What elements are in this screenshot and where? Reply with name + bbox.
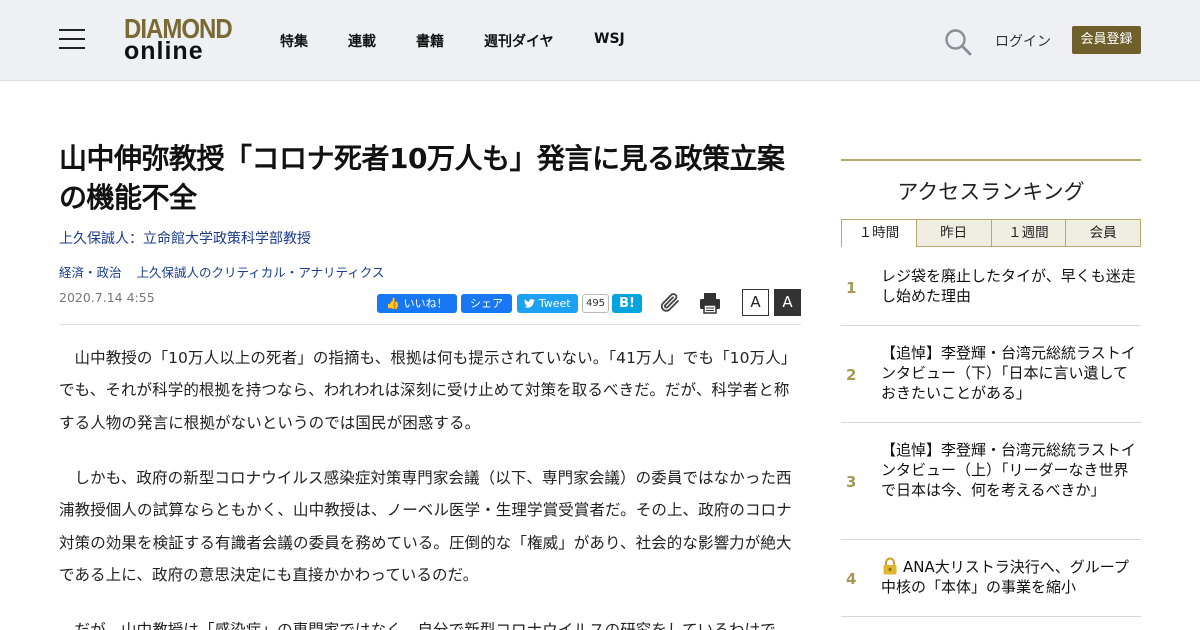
facebook-like-button[interactable]: 👍 いいね！ <box>377 294 457 313</box>
twitter-bird-icon <box>524 299 536 308</box>
ranking-text: 【追悼】李登輝・台湾元総統ラストインタビュー（上）「リーダーなき世界で日本は今、… <box>881 441 1136 499</box>
category-link-economy-politics[interactable]: 経済・政治 <box>59 265 122 280</box>
ranking-number: 3 <box>846 473 857 491</box>
ranking-text: 【追悼】李登輝・台湾元総統ラストインタビュー（下）「日本に言い遺しておきたいこと… <box>881 344 1136 402</box>
font-size-large-button[interactable]: A <box>774 289 801 316</box>
menu-icon[interactable] <box>59 29 85 50</box>
category-list: 経済・政治 上久保誠人のクリティカル・アナリティクス <box>59 262 395 281</box>
nav-item-wsj[interactable]: WSJ <box>594 31 625 47</box>
nav-item-books[interactable]: 書籍 <box>416 31 444 51</box>
thumbs-up-icon: 👍 <box>386 297 401 310</box>
logo-line2: online <box>124 37 204 65</box>
ranking-text: ANA大リストラ決行へ、グループ中核の「本体」の事業を縮小 <box>881 558 1129 596</box>
facebook-like-label: いいね！ <box>403 297 448 310</box>
tab-1week[interactable]: １週間 <box>991 219 1067 247</box>
tweet-button[interactable]: Tweet <box>517 294 578 313</box>
ranking-number: 2 <box>846 366 857 384</box>
publish-date: 2020.7.14 4:55 <box>59 290 155 305</box>
article-divider <box>59 324 801 325</box>
ranking-item[interactable]: 1 レジ袋を廃止したタイが、早くも迷走し始めた理由 <box>841 250 1141 326</box>
nav-item-weekly-diamond[interactable]: 週刊ダイヤ <box>484 31 554 51</box>
article-title: 山中伸弥教授「コロナ死者10万人も」発言に見る政策立案の機能不全 <box>59 142 785 214</box>
ranking-number: 1 <box>846 279 857 297</box>
print-icon[interactable] <box>698 291 722 315</box>
clip-icon[interactable] <box>658 291 682 315</box>
ranking-tabs: １時間 昨日 １週間 会員 <box>841 219 1141 247</box>
tweet-count: 495 <box>582 294 609 313</box>
facebook-share-button[interactable]: シェア <box>461 294 512 313</box>
sidebar-rule <box>841 159 1141 161</box>
ranking-text-wrapper: ANA大リストラ決行へ、グループ中核の「本体」の事業を縮小 <box>881 557 1139 597</box>
font-size-small-button[interactable]: A <box>742 289 769 316</box>
article-paragraph: だが、山中教授は「感染症」の専門家ではなく、自分で新型コロナウイルスの研究をして… <box>74 621 776 630</box>
nav-item-series[interactable]: 連載 <box>348 31 376 51</box>
ranking-number: 4 <box>846 570 857 588</box>
ranking-text: レジ袋を廃止したタイが、早くも迷走し始めた理由 <box>881 267 1136 305</box>
ranking-title: アクセスランキング <box>897 180 1085 204</box>
login-link[interactable]: ログイン <box>995 31 1051 51</box>
category-link-series[interactable]: 上久保誠人のクリティカル・アナリティクス <box>137 265 385 280</box>
article-paragraph: しかも、政府の新型コロナウイルス感染症対策専門家会議（以下、専門家会議）の委員で… <box>59 469 792 584</box>
site-header: DIAMOND online 特集 連載 書籍 週刊ダイヤ WSJ ログイン 会… <box>0 0 1200 81</box>
lock-icon <box>883 557 897 575</box>
nav-item-features[interactable]: 特集 <box>280 31 308 51</box>
tab-1hour[interactable]: １時間 <box>841 219 917 247</box>
search-icon[interactable] <box>944 28 972 56</box>
tab-members[interactable]: 会員 <box>1066 219 1141 247</box>
ranking-item[interactable]: 4 ANA大リストラ決行へ、グループ中核の「本体」の事業を縮小 <box>841 540 1141 617</box>
tweet-label: Tweet <box>538 297 571 310</box>
article-paragraph: 山中教授の「10万人以上の死者」の指摘も、根拠は何も提示されていない。「41万人… <box>59 349 797 432</box>
register-button[interactable]: 会員登録 <box>1072 26 1141 54</box>
tab-yesterday[interactable]: 昨日 <box>916 219 992 247</box>
ranking-item[interactable]: 2 【追悼】李登輝・台湾元総統ラストインタビュー（下）「日本に言い遺しておきたい… <box>841 326 1141 423</box>
author-link[interactable]: 上久保誠人：立命館大学政策科学部教授 <box>59 228 311 248</box>
ranking-item[interactable]: 3 【追悼】李登輝・台湾元総統ラストインタビュー（上）「リーダーなき世界で日本は… <box>841 423 1141 540</box>
hatena-bookmark-button[interactable]: B! <box>612 294 642 313</box>
site-logo[interactable]: DIAMOND online <box>124 15 233 65</box>
